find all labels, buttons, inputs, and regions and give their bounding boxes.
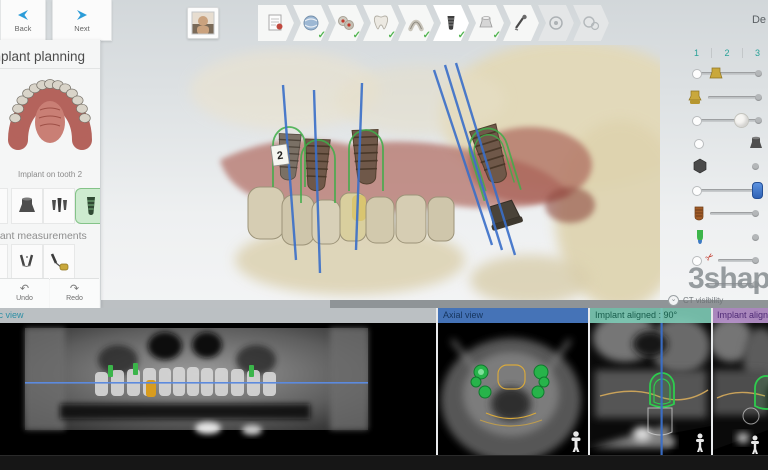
- pano-slice-line: [25, 382, 368, 384]
- implant-aligned-title: Implant aligned : 90°: [595, 310, 677, 320]
- green-implant-icon: [694, 229, 706, 245]
- measure-cell-clipped[interactable]: [0, 244, 8, 280]
- panel-title: Implant planning: [0, 49, 85, 64]
- tab-1[interactable]: 1: [688, 48, 705, 58]
- implant-color-slider[interactable]: [660, 204, 766, 224]
- implant-set-icon: [48, 196, 70, 216]
- fixture-visibility-toggle[interactable]: [660, 157, 766, 177]
- implant-number-tag: 2: [271, 144, 290, 166]
- hex-fixture-icon: [692, 158, 708, 174]
- implant-caption: Implant on tooth 2: [0, 170, 101, 179]
- cross-section-ct-image-2: [713, 308, 768, 455]
- axial-view-panel[interactable]: Axial view: [438, 308, 588, 455]
- manufacture-gear-icon: [546, 13, 566, 33]
- implant-aligned-panel-2[interactable]: Implant aligned: [713, 308, 768, 455]
- distance-measure-icon: [48, 252, 70, 272]
- copper-implant-icon: [692, 205, 706, 221]
- tab-separator: [711, 48, 712, 58]
- tab-3[interactable]: 3: [749, 48, 766, 58]
- undo-button[interactable]: ↶ Undo: [0, 278, 49, 308]
- tab-separator: [742, 48, 743, 58]
- next-label: Next: [74, 24, 89, 33]
- implant-studio-app: 2 Back Next: [0, 0, 768, 470]
- abutment-tool[interactable]: [11, 188, 43, 224]
- gold-abutment-icon: [686, 89, 704, 106]
- redo-icon: ↷: [70, 285, 79, 294]
- panoramic-view-panel[interactable]: Panoramic view: [0, 308, 436, 455]
- abutment-visibility-toggle[interactable]: [660, 134, 766, 154]
- panoramic-view-title: Panoramic view: [0, 310, 24, 320]
- panoramic-xray-image: [0, 308, 436, 455]
- angle-measure-icon: [17, 252, 37, 272]
- chevron-down-icon: ⌄: [668, 295, 679, 306]
- maxilla-scan-thumbnail: [6, 70, 94, 170]
- redo-label: Redo: [66, 295, 83, 302]
- undo-icon: ↶: [20, 285, 29, 294]
- crown-opacity-slider[interactable]: [660, 111, 766, 131]
- cross-section-ct-image: [590, 308, 711, 455]
- ct-visibility-toggle[interactable]: ⌄ CT visibility: [668, 295, 768, 306]
- back-arrow-icon: [14, 8, 32, 22]
- implant-visibility-toggle[interactable]: [660, 228, 766, 248]
- implant-opacity-slider[interactable]: [660, 181, 766, 201]
- axial-ct-image: [438, 308, 588, 455]
- export-gears-icon: [581, 13, 601, 33]
- redo-button[interactable]: ↷ Redo: [50, 278, 99, 308]
- implant-aligned-panel[interactable]: Implant aligned : 90°: [590, 308, 711, 455]
- watermark: 3shape: [688, 262, 768, 296]
- slice-axis-line: [661, 308, 663, 455]
- ct-visibility-label: CT visibility: [683, 296, 723, 305]
- distance-measure-tool[interactable]: [43, 244, 75, 280]
- step-patient-photo[interactable]: [187, 7, 219, 39]
- implant-set-tool[interactable]: [43, 188, 75, 224]
- abutment-height-slider[interactable]: [660, 88, 766, 108]
- axial-view-title: Axial view: [443, 310, 483, 320]
- left-panel: Implant planning Implant on tooth 2: [0, 40, 101, 308]
- measurements-title: Implant measurements: [0, 230, 87, 242]
- implant-tool-selected[interactable]: [75, 188, 101, 224]
- abutment-icon: [16, 196, 38, 216]
- undo-label: Undo: [16, 295, 33, 302]
- implant-aligned-2-title: Implant aligned: [717, 310, 768, 320]
- next-button[interactable]: Next: [52, 0, 112, 41]
- tab-2[interactable]: 2: [718, 48, 735, 58]
- blue-implant-handle-icon[interactable]: [752, 182, 763, 199]
- right-panel-tabs: 1 2 3: [688, 48, 766, 58]
- top-right-label: De: [752, 14, 766, 26]
- back-label: Back: [15, 24, 32, 33]
- patient-photo-icon: [191, 11, 215, 35]
- implant-outline: [755, 376, 768, 409]
- tool-cell-clipped[interactable]: [0, 188, 8, 224]
- angle-measure-tool[interactable]: [11, 244, 43, 280]
- implant-selected-icon: [83, 195, 99, 217]
- 3d-scene-viewport[interactable]: 2: [100, 45, 660, 308]
- drill-icon: [511, 13, 531, 33]
- status-bar: [0, 455, 768, 470]
- next-arrow-icon: [73, 8, 91, 22]
- gold-abutment-handle-icon[interactable]: [708, 66, 724, 80]
- dark-abutment-icon: [748, 136, 764, 150]
- order-form-icon: [266, 13, 286, 33]
- back-button[interactable]: Back: [0, 0, 46, 41]
- crown-handle-icon[interactable]: [734, 113, 749, 128]
- abutment-position-slider[interactable]: [660, 64, 766, 84]
